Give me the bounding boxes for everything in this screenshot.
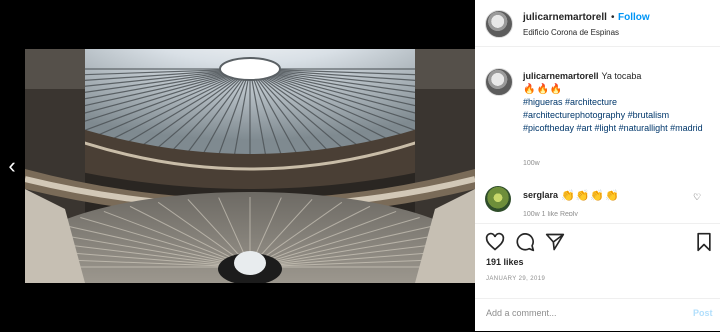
- like-heart-icon[interactable]: [485, 232, 505, 252]
- previous-post-arrow-icon[interactable]: ‹: [2, 154, 22, 178]
- post-header: julicarnemartorell • Follow Edificio Cor…: [475, 0, 720, 47]
- follow-button[interactable]: Follow: [618, 12, 650, 23]
- add-comment-bar: Add a comment... Post: [475, 298, 720, 332]
- caption-body: Ya tocaba: [601, 71, 642, 81]
- header-separator: •: [611, 12, 615, 23]
- caption-emoji: 🔥🔥🔥: [523, 84, 564, 95]
- caption-time: 100w: [523, 160, 540, 167]
- post-media: ‹: [0, 0, 475, 331]
- location-link[interactable]: Edificio Corona de Espinas: [523, 28, 619, 37]
- post-actions: [475, 223, 720, 254]
- comment-like-heart-icon[interactable]: ♡: [693, 192, 701, 203]
- comment-text: 👏👏👏👏: [561, 190, 620, 202]
- comment-bubble-icon[interactable]: [515, 232, 535, 252]
- post-comment-button[interactable]: Post: [693, 308, 713, 318]
- author-username[interactable]: julicarnemartorell: [523, 12, 607, 23]
- save-bookmark-icon[interactable]: [694, 232, 714, 252]
- caption-hashtags[interactable]: #higueras #architecture #architecturepho…: [523, 96, 713, 135]
- caption-text: julicarnemartorell Ya tocaba 🔥🔥🔥 #higuera…: [523, 70, 713, 135]
- post-photo[interactable]: [25, 49, 475, 283]
- author-avatar[interactable]: [485, 10, 513, 38]
- commenter-username[interactable]: serglara: [523, 190, 558, 200]
- comment-meta: 100w 1 like Reply: [523, 211, 578, 216]
- commenter-avatar[interactable]: [485, 186, 511, 212]
- architecture-photo: [25, 49, 475, 283]
- add-comment-input[interactable]: Add a comment...: [486, 308, 666, 318]
- post-date: JANUARY 29, 2019: [486, 276, 546, 282]
- likes-count[interactable]: 191 likes: [486, 257, 524, 267]
- caption-avatar[interactable]: [485, 68, 513, 96]
- caption-username[interactable]: julicarnemartorell: [523, 71, 599, 81]
- share-send-icon[interactable]: [545, 232, 565, 252]
- post-side-panel: julicarnemartorell • Follow Edificio Cor…: [475, 0, 720, 331]
